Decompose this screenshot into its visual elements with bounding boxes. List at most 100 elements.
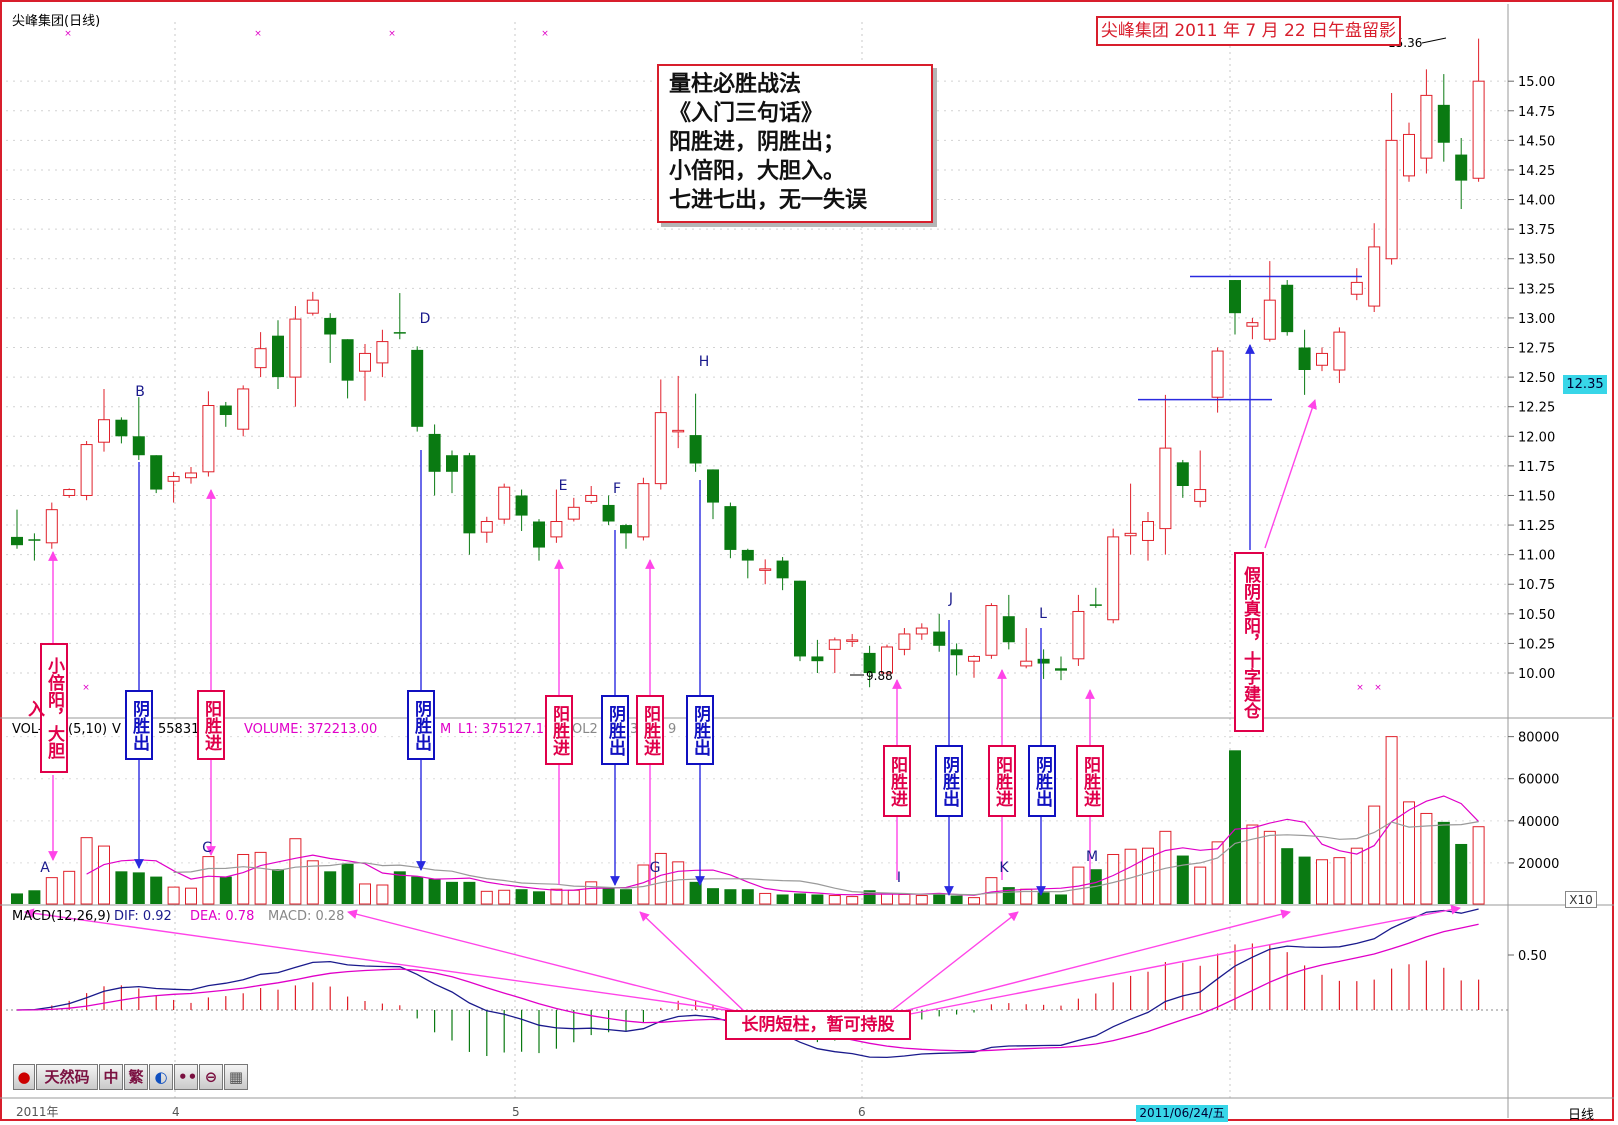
signal-marker: × xyxy=(254,29,262,39)
volume-bar xyxy=(550,888,563,905)
candle-body xyxy=(1142,521,1154,541)
candle-body xyxy=(1437,104,1450,143)
volume-bar xyxy=(811,894,824,904)
ime-logo-icon[interactable]: ● xyxy=(13,1064,35,1090)
signal-marker: × xyxy=(541,29,549,39)
volume-bar xyxy=(620,889,632,904)
candle-body xyxy=(637,483,650,538)
candle-body xyxy=(1316,352,1328,366)
strategy-line: 小倍阳，大胆入。 xyxy=(669,158,846,184)
candle-body xyxy=(968,655,980,662)
candle-body xyxy=(1124,532,1137,537)
vol-header: VOL- xyxy=(12,722,43,737)
price-axis-ticks: 15.00 14.75 14.50 14.25 14.00 13.75 13.50 13.25… xyxy=(1508,75,1555,682)
candle-body xyxy=(202,405,215,473)
point-label: F xyxy=(613,481,621,497)
hold-note: 长阴短柱，暂可持股 xyxy=(725,1010,911,1040)
candle-body xyxy=(341,339,354,381)
annotation-yin-out-h: 阴胜出 xyxy=(686,695,714,765)
volume-bar xyxy=(950,895,963,904)
candle-body xyxy=(602,504,615,522)
annotation-buy-small-double: 小倍阳，大胆入 xyxy=(24,643,68,773)
candle-body xyxy=(1020,660,1033,667)
candle-body xyxy=(759,568,772,571)
volume-bar xyxy=(115,871,128,904)
point-label: H xyxy=(699,354,710,370)
volume-bar xyxy=(1176,855,1189,904)
candle-body xyxy=(254,348,267,369)
volume-bar xyxy=(237,853,250,905)
price-tick-label: 11.25 xyxy=(1518,519,1555,534)
candle-body xyxy=(689,435,702,464)
fullwidth-icon[interactable]: •• xyxy=(174,1064,198,1090)
annotation-yin-out-j: 阴胜出 xyxy=(935,745,963,817)
volume-bar xyxy=(1350,847,1363,905)
volume-bar xyxy=(1281,848,1294,904)
time-axis-label: 4 xyxy=(172,1105,180,1119)
volume-bar xyxy=(1107,853,1120,905)
volume-bar xyxy=(1368,805,1381,905)
candle-body xyxy=(480,521,493,533)
volume-bar xyxy=(446,881,458,904)
candle-body xyxy=(620,525,632,534)
window-title: 尖峰集团(日线) xyxy=(12,14,101,29)
volume-bar xyxy=(1246,824,1259,905)
candle-body xyxy=(289,318,302,378)
volume-bar xyxy=(376,884,389,905)
chinese-mode-button[interactable]: 中 xyxy=(99,1064,123,1090)
candle-body xyxy=(1072,610,1085,660)
point-label: G xyxy=(650,860,661,876)
volume-bar xyxy=(428,878,441,904)
price-tick-label: 14.75 xyxy=(1518,105,1555,120)
volume-bar xyxy=(254,851,267,905)
volume-bar xyxy=(1420,812,1433,905)
signal-marker: × xyxy=(1356,683,1364,693)
candle-body xyxy=(1229,280,1241,314)
price-tick-label: 10.25 xyxy=(1518,637,1555,652)
high-pointer xyxy=(1421,37,1447,44)
settings-icon[interactable]: ⊖ xyxy=(199,1064,223,1090)
price-tick-label: 12.25 xyxy=(1518,401,1555,416)
traditional-mode-button[interactable]: 繁 xyxy=(124,1064,148,1090)
volume-bar xyxy=(1333,857,1346,905)
candle-body xyxy=(359,352,371,372)
candle-body xyxy=(1333,331,1346,371)
punctuation-icon[interactable]: ◐ xyxy=(149,1064,173,1090)
candle-body xyxy=(724,506,737,550)
candle-body xyxy=(132,436,145,456)
candle-body xyxy=(550,521,563,538)
volume-bar xyxy=(272,869,284,904)
volume-multiplier[interactable]: X10 xyxy=(1565,891,1597,908)
keyboard-icon[interactable]: ▦ xyxy=(224,1064,248,1090)
annotation-yin-out-d: 阴胜出 xyxy=(407,690,435,760)
volume-bar xyxy=(498,889,511,905)
volume-bar xyxy=(219,876,232,904)
time-axis-label: 5 xyxy=(512,1105,520,1119)
low-price-label: 9.88 xyxy=(866,669,893,683)
candle-body xyxy=(1037,658,1050,664)
candle-body xyxy=(411,349,424,427)
candle-body xyxy=(1472,80,1485,179)
volume-bar xyxy=(898,893,911,905)
price-tick-label: 12.75 xyxy=(1518,342,1555,357)
volume-bar xyxy=(1298,856,1311,904)
time-axis-labels: 2011年 4 5 6 xyxy=(16,1105,866,1119)
candle-body xyxy=(167,476,180,482)
volume-bar xyxy=(1194,866,1207,905)
volume-bar xyxy=(707,888,719,904)
volume-bar xyxy=(411,876,424,904)
price-tick-label: 11.75 xyxy=(1518,460,1555,475)
input-toolbar: ● 天然码 中 繁 ◐ •• ⊖ ▦ xyxy=(13,1064,248,1092)
volume-bar xyxy=(63,870,76,905)
volume-bar xyxy=(289,838,302,905)
annotation-yang-in-k: 阳胜进 xyxy=(988,745,1016,817)
point-label: J xyxy=(948,591,953,607)
candle-body xyxy=(1420,94,1433,159)
ime-name-button[interactable]: 天然码 xyxy=(36,1064,98,1090)
price-tick-label: 11.50 xyxy=(1518,489,1555,504)
annotation-yin-out-b: 阴胜出 xyxy=(125,690,153,760)
volume-bar xyxy=(1385,736,1398,905)
candle-body xyxy=(1298,347,1311,370)
period-label[interactable]: 日线 xyxy=(1568,1104,1594,1123)
price-tick-label: 14.50 xyxy=(1518,134,1555,149)
